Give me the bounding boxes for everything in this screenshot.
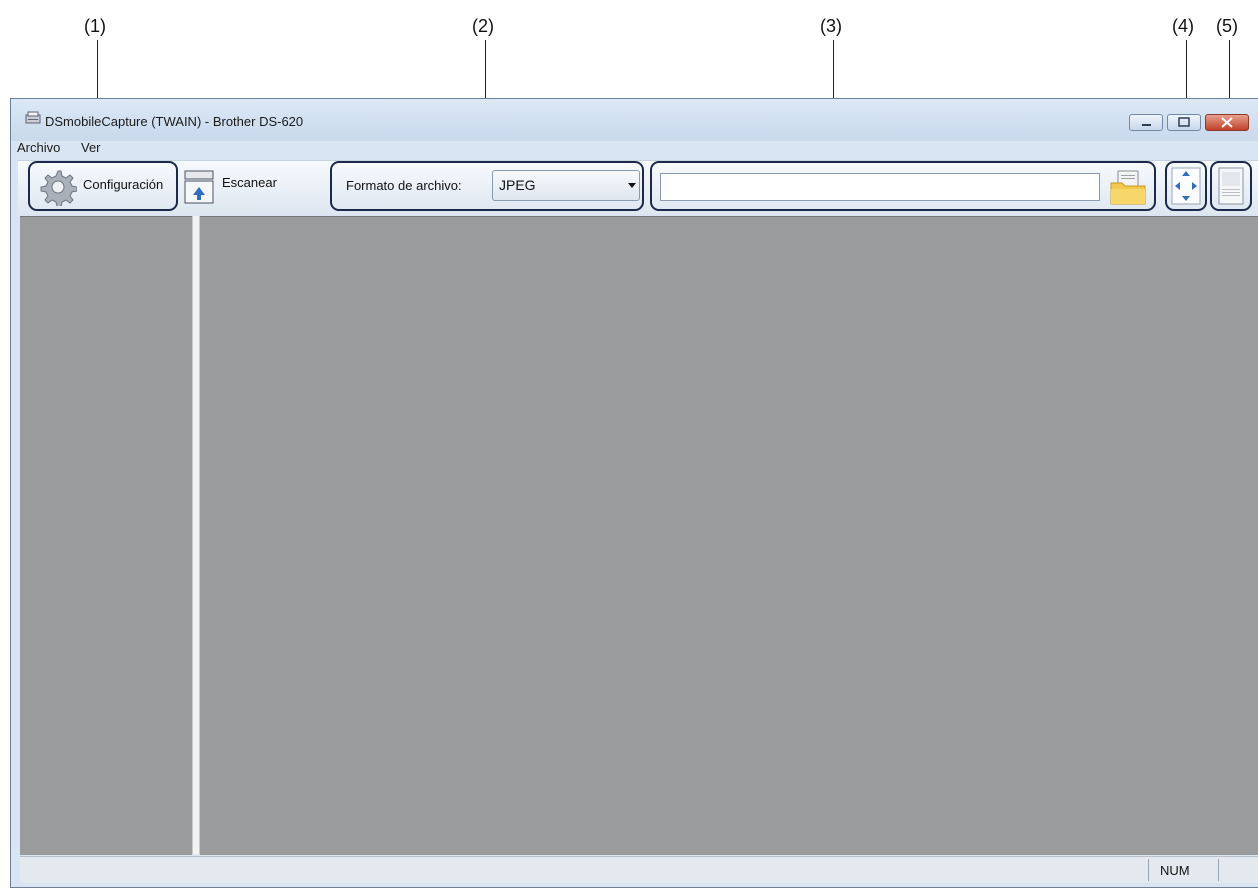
fit-arrows-icon [1171,167,1201,205]
gear-icon [40,170,77,206]
page-icon [1218,167,1244,205]
chevron-down-icon [628,183,636,188]
callout-5: (5) [1216,16,1238,36]
scanner-icon [184,170,214,204]
title-bar: DSmobileCapture (TWAIN) - Brother DS-620 [11,99,1258,141]
settings-label: Configuración [83,177,164,192]
status-bar: NUM [20,856,1258,883]
preview-pane[interactable] [200,216,1258,855]
pane-splitter[interactable] [192,216,200,854]
status-divider-2 [1218,859,1219,881]
settings-button[interactable]: Configuración [28,161,178,211]
scan-label: Escanear [222,175,277,190]
save-path-input[interactable] [660,173,1100,201]
folder-icon [1110,170,1146,205]
close-button[interactable] [1205,114,1249,131]
app-scanner-icon [25,111,41,124]
file-format-label: Formato de archivo: [346,178,462,193]
minimize-button[interactable] [1129,114,1163,131]
thumbnail-pane[interactable] [20,216,192,855]
window-title: DSmobileCapture (TWAIN) - Brother DS-620 [45,114,304,129]
maximize-icon [1178,117,1190,127]
menu-ver[interactable]: Ver [81,140,101,155]
status-divider [1148,859,1149,881]
save-path-group [650,161,1156,211]
num-lock-indicator: NUM [1160,863,1190,878]
callout-3: (3) [820,16,842,36]
maximize-button[interactable] [1167,114,1201,131]
file-format-dropdown[interactable]: JPEG [492,170,640,201]
browse-folder-button[interactable] [1108,167,1148,207]
minimize-icon [1142,124,1151,126]
callout-1: (1) [84,16,106,36]
file-format-group: Formato de archivo: JPEG [330,161,644,211]
file-format-value: JPEG [499,177,536,193]
page-view-button[interactable] [1210,161,1252,211]
menu-bar: Archivo Ver [11,139,1258,157]
callout-4: (4) [1172,16,1194,36]
close-icon [1221,117,1233,128]
scan-button[interactable]: Escanear [178,161,288,211]
fit-view-button[interactable] [1165,161,1207,211]
menu-archivo[interactable]: Archivo [17,140,60,155]
callout-2: (2) [472,16,494,36]
